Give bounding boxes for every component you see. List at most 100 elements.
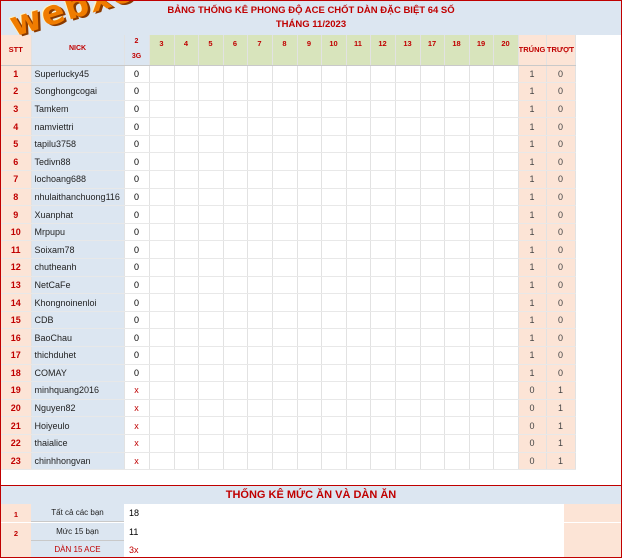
day-cell[interactable] xyxy=(395,65,421,84)
row-nick[interactable]: Tedivn88 xyxy=(31,152,125,172)
day-cell[interactable] xyxy=(247,434,273,453)
day-cell[interactable] xyxy=(321,258,347,277)
day-cell[interactable] xyxy=(321,170,347,189)
day-cell[interactable] xyxy=(346,135,371,154)
day-cell[interactable] xyxy=(149,364,175,383)
row-nick[interactable]: NetCaFe xyxy=(31,276,125,295)
day-cell[interactable] xyxy=(321,311,347,330)
day-cell[interactable] xyxy=(149,188,175,207)
day-cell[interactable] xyxy=(272,381,298,400)
day-cell[interactable] xyxy=(247,152,273,172)
day-cell[interactable] xyxy=(223,205,248,224)
day-cell[interactable] xyxy=(469,381,494,400)
day-cell[interactable] xyxy=(493,276,519,295)
day-cell[interactable] xyxy=(444,293,470,312)
day-cell[interactable] xyxy=(346,381,371,400)
day-cell[interactable] xyxy=(420,240,445,260)
row-value[interactable]: 0 xyxy=(124,170,150,189)
day-cell[interactable] xyxy=(420,223,445,242)
day-cell[interactable] xyxy=(420,100,445,119)
day-cell[interactable] xyxy=(297,170,322,189)
day-cell[interactable] xyxy=(223,223,248,242)
day-cell[interactable] xyxy=(395,117,421,136)
day-cell[interactable] xyxy=(149,276,175,295)
day-cell[interactable] xyxy=(174,188,199,207)
day-cell[interactable] xyxy=(493,152,519,172)
day-cell[interactable] xyxy=(247,276,273,295)
day-cell[interactable] xyxy=(297,223,322,242)
row-nick[interactable]: COMAY xyxy=(31,364,125,383)
day-cell[interactable] xyxy=(247,258,273,277)
day-cell[interactable] xyxy=(469,205,494,224)
day-cell[interactable] xyxy=(469,346,494,365)
row-nick[interactable]: Tamkem xyxy=(31,100,125,119)
day-cell[interactable] xyxy=(272,135,298,154)
day-cell[interactable] xyxy=(346,399,371,418)
day-cell[interactable] xyxy=(370,117,396,136)
row-nick[interactable]: Hoiyeulo xyxy=(31,416,125,435)
day-cell[interactable] xyxy=(247,205,273,224)
day-cell[interactable] xyxy=(420,65,445,84)
day-cell[interactable] xyxy=(174,152,199,172)
day-cell[interactable] xyxy=(198,434,224,453)
row-nick[interactable]: Nguyen82 xyxy=(31,399,125,418)
day-cell[interactable] xyxy=(395,346,421,365)
day-cell[interactable] xyxy=(370,152,396,172)
day-cell[interactable] xyxy=(272,434,298,453)
day-cell[interactable] xyxy=(493,346,519,365)
day-cell[interactable] xyxy=(198,170,224,189)
day-cell[interactable] xyxy=(493,399,519,418)
day-cell[interactable] xyxy=(444,311,470,330)
day-cell[interactable] xyxy=(223,452,248,471)
day-cell[interactable] xyxy=(321,328,347,347)
day-cell[interactable] xyxy=(469,328,494,347)
day-cell[interactable] xyxy=(420,311,445,330)
day-cell[interactable] xyxy=(272,364,298,383)
day-cell[interactable] xyxy=(346,452,371,471)
day-cell[interactable] xyxy=(493,452,519,471)
day-cell[interactable] xyxy=(493,100,519,119)
day-cell[interactable] xyxy=(174,364,199,383)
day-cell[interactable] xyxy=(149,240,175,260)
day-cell[interactable] xyxy=(493,82,519,101)
day-cell[interactable] xyxy=(198,328,224,347)
day-cell[interactable] xyxy=(420,276,445,295)
day-cell[interactable] xyxy=(198,416,224,435)
day-cell[interactable] xyxy=(444,100,470,119)
day-cell[interactable] xyxy=(149,311,175,330)
day-cell[interactable] xyxy=(247,416,273,435)
day-cell[interactable] xyxy=(272,100,298,119)
day-cell[interactable] xyxy=(297,416,322,435)
day-cell[interactable] xyxy=(444,117,470,136)
day-cell[interactable] xyxy=(174,416,199,435)
day-cell[interactable] xyxy=(223,381,248,400)
row-value[interactable]: 0 xyxy=(124,223,150,242)
day-cell[interactable] xyxy=(321,100,347,119)
day-cell[interactable] xyxy=(493,170,519,189)
day-cell[interactable] xyxy=(297,240,322,260)
day-cell[interactable] xyxy=(395,205,421,224)
day-cell[interactable] xyxy=(149,434,175,453)
day-cell[interactable] xyxy=(272,346,298,365)
day-cell[interactable] xyxy=(297,258,322,277)
row-value[interactable]: 0 xyxy=(124,152,150,172)
row-nick[interactable]: Xuanphat xyxy=(31,205,125,224)
day-cell[interactable] xyxy=(346,117,371,136)
day-cell[interactable] xyxy=(198,188,224,207)
day-cell[interactable] xyxy=(223,170,248,189)
day-cell[interactable] xyxy=(174,82,199,101)
day-cell[interactable] xyxy=(272,117,298,136)
day-cell[interactable] xyxy=(198,152,224,172)
day-cell[interactable] xyxy=(346,293,371,312)
day-cell[interactable] xyxy=(198,82,224,101)
day-cell[interactable] xyxy=(272,152,298,172)
day-cell[interactable] xyxy=(297,434,322,453)
day-cell[interactable] xyxy=(149,258,175,277)
day-cell[interactable] xyxy=(297,188,322,207)
day-cell[interactable] xyxy=(223,82,248,101)
day-cell[interactable] xyxy=(346,152,371,172)
day-cell[interactable] xyxy=(321,205,347,224)
day-cell[interactable] xyxy=(469,276,494,295)
row-value[interactable]: x xyxy=(124,399,150,418)
day-cell[interactable] xyxy=(420,416,445,435)
